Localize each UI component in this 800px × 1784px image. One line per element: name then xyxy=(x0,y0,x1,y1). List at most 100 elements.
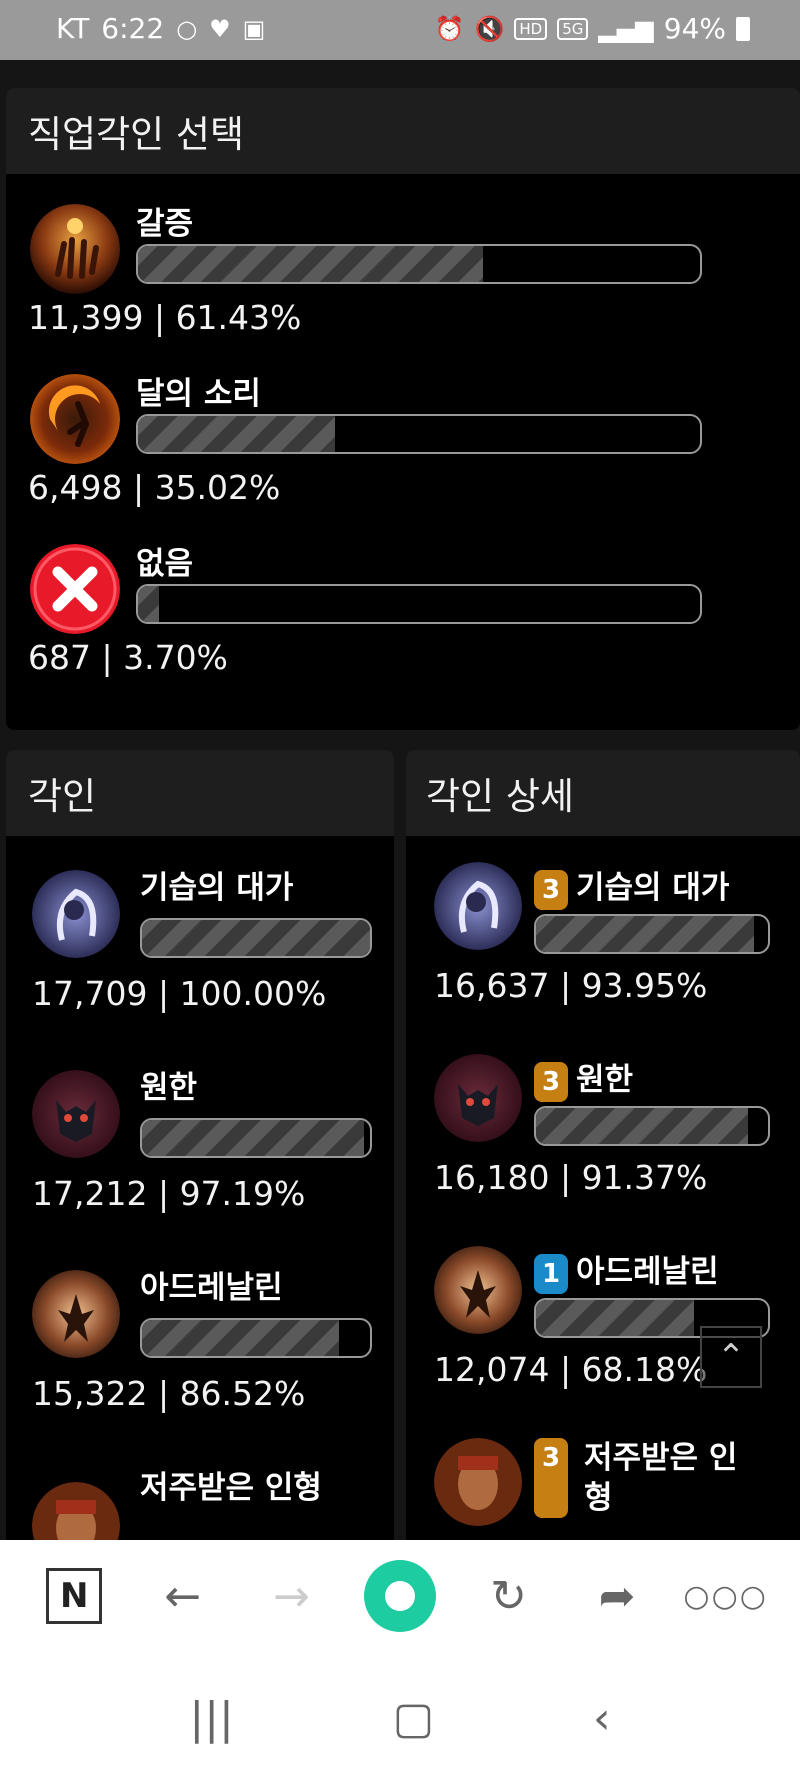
progress-fill xyxy=(138,586,159,622)
status-bar: KT 6:22 ○ ♥ ▣ ⏰ 🔇 HD 5G ▂▄▆ 94% xyxy=(0,0,800,60)
progress-fill xyxy=(138,246,484,282)
engraving-panel: 각인 기습의 대가 17,709 | 100.00% 원한 17,212 | 9… xyxy=(6,750,394,1540)
level-badge: 1 xyxy=(534,1253,568,1294)
cursed-doll-icon xyxy=(434,1438,522,1526)
cursed-doll-icon xyxy=(32,1482,120,1540)
green-circle-icon xyxy=(363,1560,436,1632)
battery-icon xyxy=(736,16,750,41)
engraving-name: 기습의 대가 xyxy=(576,870,730,906)
progress-bar xyxy=(534,914,770,954)
usage-count: 16,637 | 93.95% xyxy=(434,966,708,1005)
grudge-icon xyxy=(434,1054,522,1142)
hd-icon: HD xyxy=(514,17,548,40)
engraving-name: 아드레날린 xyxy=(140,1270,283,1306)
progress-bar xyxy=(140,918,372,958)
engraving-item[interactable]: 저주받은 인형 xyxy=(32,1462,392,1540)
carrier-label: KT xyxy=(56,12,90,45)
usage-count: 11,399 | 61.43% xyxy=(28,298,302,337)
detail-item[interactable]: 3 기습의 대가 16,637 | 93.95% xyxy=(434,862,794,1042)
close-icon xyxy=(30,544,120,634)
chevron-up-icon: ⌃ xyxy=(716,1337,746,1377)
usage-count: 15,322 | 86.52% xyxy=(32,1374,306,1413)
progress-fill xyxy=(142,920,370,956)
panel-title: 각인 xyxy=(6,750,394,836)
progress-fill xyxy=(536,1108,748,1144)
usage-count: 12,074 | 68.18% xyxy=(434,1350,708,1389)
class-name: 갈증 xyxy=(136,206,194,242)
sync-icon: ○ xyxy=(176,14,198,43)
scroll-to-top-button[interactable]: ⌃ xyxy=(700,1326,762,1388)
detail-name: 3 기습의 대가 xyxy=(534,862,729,910)
usage-count: 17,709 | 100.00% xyxy=(32,974,327,1013)
refresh-icon: ↻ xyxy=(490,1570,527,1622)
progress-bar xyxy=(136,584,702,624)
moon-sound-icon xyxy=(30,374,120,464)
heart-icon: ♥ xyxy=(209,14,231,43)
share-button[interactable]: ➦ xyxy=(577,1556,657,1636)
engraving-item[interactable]: 원한 17,212 | 97.19% xyxy=(32,1062,392,1242)
green-dot-button[interactable] xyxy=(360,1556,440,1636)
detail-item[interactable]: 3 저주받은 인 형 xyxy=(434,1438,794,1540)
recent-apps-button[interactable]: ||| xyxy=(189,1693,233,1744)
panel-title: 각인 상세 xyxy=(406,750,800,836)
back-button[interactable]: ← xyxy=(143,1556,223,1636)
engraving-detail-panel: 각인 상세 3 기습의 대가 16,637 | 93.95% 3 원한 16,1… xyxy=(406,750,800,1540)
class-item-none[interactable]: 없음 687 | 3.70% xyxy=(28,538,788,698)
engraving-name: 원한 xyxy=(576,1062,634,1098)
level-badge: 3 xyxy=(534,1438,568,1518)
grudge-icon xyxy=(32,1070,120,1158)
panel-title: 직업각인 선택 xyxy=(6,88,800,174)
refresh-button[interactable]: ↻ xyxy=(469,1556,549,1636)
adrenaline-icon xyxy=(32,1270,120,1358)
usage-count: 16,180 | 91.37% xyxy=(434,1158,708,1197)
progress-fill xyxy=(142,1120,364,1156)
progress-bar xyxy=(140,1118,372,1158)
engraving-item[interactable]: 기습의 대가 17,709 | 100.00% xyxy=(32,862,392,1042)
progress-bar xyxy=(534,1106,770,1146)
battery-percent: 94% xyxy=(663,12,726,45)
time-label: 6:22 xyxy=(101,12,165,45)
level-badge: 3 xyxy=(534,869,568,910)
engraving-name: 아드레날린 xyxy=(576,1254,719,1290)
back-nav-button[interactable]: ‹ xyxy=(593,1693,611,1744)
engraving-name: 저주받은 인 형 xyxy=(584,1440,738,1516)
more-button[interactable]: ○○○ xyxy=(683,1556,768,1636)
naver-home-button[interactable]: N xyxy=(34,1556,114,1636)
class-name: 없음 xyxy=(136,546,194,582)
signal-icon: ▂▄▆ xyxy=(598,14,654,43)
progress-bar xyxy=(136,414,702,454)
arrow-right-icon: → xyxy=(272,1570,310,1622)
engraving-name: 기습의 대가 xyxy=(140,870,294,906)
share-icon: ➦ xyxy=(598,1570,636,1622)
progress-fill xyxy=(536,916,754,952)
ambush-master-icon xyxy=(32,870,120,958)
ambush-master-icon xyxy=(434,862,522,950)
usage-count: 6,498 | 35.02% xyxy=(28,468,281,507)
mute-icon: 🔇 xyxy=(474,14,505,43)
naver-n-icon: N xyxy=(46,1568,103,1624)
detail-name: 3 원한 xyxy=(534,1054,633,1102)
forward-button[interactable]: → xyxy=(251,1556,331,1636)
level-badge: 3 xyxy=(534,1061,568,1102)
more-icon: ○○○ xyxy=(683,1578,768,1614)
progress-fill xyxy=(138,416,335,452)
progress-fill xyxy=(142,1320,340,1356)
usage-count: 687 | 3.70% xyxy=(28,638,228,677)
system-nav-bar: ||| ▢ ‹ xyxy=(0,1652,800,1784)
detail-item[interactable]: 3 원한 16,180 | 91.37% xyxy=(434,1054,794,1234)
browser-toolbar: N ← → ↻ ➦ ○○○ xyxy=(0,1540,800,1652)
class-item-thirst[interactable]: 갈증 11,399 | 61.43% xyxy=(28,198,788,358)
thirst-icon xyxy=(30,204,120,294)
engraving-item[interactable]: 아드레날린 15,322 | 86.52% xyxy=(32,1262,392,1442)
progress-bar xyxy=(136,244,702,284)
page-content: 직업각인 선택 갈증 11,399 | 61.43% 달의 소리 6,498 |… xyxy=(0,60,800,1540)
usage-count: 17,212 | 97.19% xyxy=(32,1174,306,1213)
5g-icon: 5G xyxy=(557,17,589,40)
class-item-moon-sound[interactable]: 달의 소리 6,498 | 35.02% xyxy=(28,368,788,528)
detail-name: 1 아드레날린 xyxy=(534,1246,719,1294)
arrow-left-icon: ← xyxy=(164,1570,202,1622)
alarm-icon: ⏰ xyxy=(434,14,465,43)
engraving-name: 저주받은 인형 xyxy=(140,1470,322,1506)
home-button[interactable]: ▢ xyxy=(393,1693,435,1744)
engraving-name: 원한 xyxy=(140,1070,198,1106)
